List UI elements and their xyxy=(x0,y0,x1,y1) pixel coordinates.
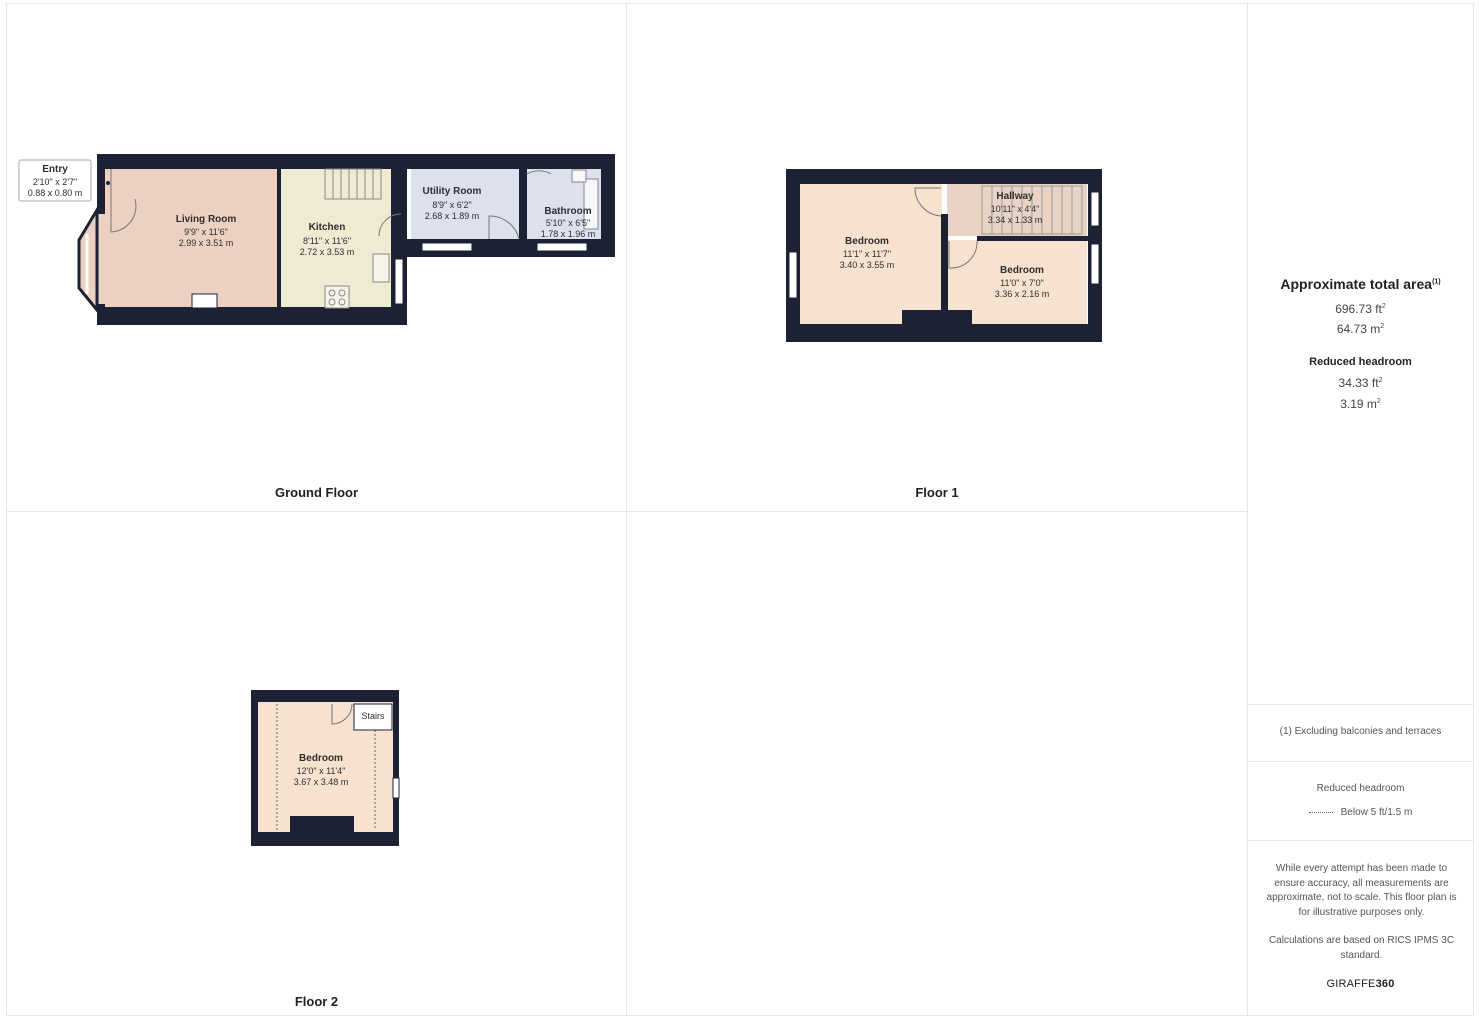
wall-top xyxy=(97,154,615,169)
entry-name: Entry xyxy=(42,164,68,175)
kitchen-imperial: 8'11" x 11'6" xyxy=(303,236,351,246)
bedroom1-name: Bedroom xyxy=(845,236,889,247)
kitchen-sink xyxy=(372,253,390,283)
reduced-sq-ft-power: 2 xyxy=(1378,377,1383,384)
utility-window xyxy=(421,242,473,252)
bedroom1-metric: 3.40 x 3.55 m xyxy=(840,260,895,270)
disclaimer-text: While every attempt has been made to ens… xyxy=(1266,863,1457,918)
total-area-title: Approximate total area(1) xyxy=(1248,276,1473,292)
total-area-m: 64.73 m2 xyxy=(1248,322,1473,336)
bathroom-window xyxy=(536,242,588,252)
living-room-metric: 2.99 x 3.51 m xyxy=(179,238,234,248)
dotted-line-icon xyxy=(1308,811,1333,813)
f2-wall-bottom xyxy=(251,832,399,846)
disclaimer: While every attempt has been made to ens… xyxy=(1266,862,1457,963)
bedroom1-imperial: 11'1" x 11'7" xyxy=(843,249,891,259)
footnote-mark: (1) xyxy=(1432,278,1441,286)
utility-room-name: Utility Room xyxy=(423,186,482,197)
kitchen-metric: 2.72 x 3.53 m xyxy=(300,247,355,257)
floor2-plan: Stairs Bedroom 12'0" x 11'4" 3.67 x 3.48… xyxy=(251,690,400,846)
f1-wall-bottom xyxy=(786,324,1102,342)
legend-text: Below 5 ft/1.5 m xyxy=(1340,807,1413,818)
floor1-plan: Bedroom 11'1" x 11'7" 3.40 x 3.55 m Hall… xyxy=(786,169,1102,342)
floor1-label: Floor 1 xyxy=(915,485,959,500)
wall-living-kitchen xyxy=(277,169,281,309)
hallway-name: Hallway xyxy=(996,191,1034,202)
entry-metric: 0.88 x 0.80 m xyxy=(28,188,83,198)
total-area-ft: 696.73 ft2 xyxy=(1248,302,1473,316)
ground-floor-label: Ground Floor xyxy=(274,485,359,500)
floor2-bedroom-name: Bedroom xyxy=(299,753,343,764)
reduced-headroom-m-value: 3.19 m xyxy=(1340,397,1377,411)
stairs-label: Stairs xyxy=(361,711,385,721)
brand-logo: GIRAFFE360 xyxy=(1248,978,1473,990)
legend-row: Below 5 ft/1.5 m xyxy=(1248,807,1473,818)
wall-right xyxy=(601,154,615,257)
fireplace xyxy=(191,293,218,309)
area-summary-panel: Approximate total area(1) 696.73 ft2 64.… xyxy=(1247,3,1474,1016)
brand-name: GIRAFFE xyxy=(1326,978,1376,990)
bathroom-imperial: 5'10" x 6'5" xyxy=(546,218,590,228)
bedroom1-window xyxy=(788,251,798,299)
living-room-imperial: 9'9" x 11'6" xyxy=(184,227,228,237)
sq-ft-power: 2 xyxy=(1381,303,1386,310)
hob xyxy=(324,285,350,309)
hallway-metric: 3.34 x 1.33 m xyxy=(988,215,1043,225)
wall-bottom xyxy=(97,307,407,325)
reduced-headroom-m: 3.19 m2 xyxy=(1248,397,1473,411)
brand-number: 360 xyxy=(1375,978,1395,990)
wall-utility-bath xyxy=(519,167,527,239)
f1-chimney xyxy=(902,310,972,324)
bedroom2-window xyxy=(1090,243,1100,285)
floor2-bedroom-metric: 3.67 x 3.48 m xyxy=(294,777,349,787)
floor2-panel: Stairs Bedroom 12'0" x 11'4" 3.67 x 3.48… xyxy=(6,511,627,1016)
reduced-headroom-ft-value: 34.33 ft xyxy=(1338,376,1379,390)
f2-window xyxy=(392,777,400,799)
entry-imperial: 2'10" x 2'7" xyxy=(33,177,77,187)
kitchen-name: Kitchen xyxy=(309,222,346,233)
bedroom2-metric: 3.36 x 2.16 m xyxy=(995,289,1050,299)
floor2-bedroom-imperial: 12'0" x 11'4" xyxy=(297,766,346,776)
divider xyxy=(1248,704,1473,705)
living-room-name: Living Room xyxy=(176,214,237,225)
utility-room-metric: 2.68 x 1.89 m xyxy=(425,211,480,221)
entry-pointer xyxy=(106,181,110,185)
f1-wall-top xyxy=(786,169,1102,184)
hallway-window xyxy=(1090,191,1100,227)
divider xyxy=(1248,761,1473,762)
utility-room-imperial: 8'9" x 6'2" xyxy=(432,200,471,210)
total-area-title-text: Approximate total area xyxy=(1280,276,1433,292)
hallway-imperial: 10'11" x 4'4" xyxy=(991,204,1040,214)
f2-wall-top xyxy=(251,690,399,702)
reduced-headroom-title: Reduced headroom xyxy=(1309,356,1412,368)
reduced-sq-m-power: 2 xyxy=(1376,398,1381,405)
f1-wall-hall xyxy=(977,236,1088,241)
footnote-text: (1) Excluding balconies and terraces xyxy=(1279,726,1442,737)
f2-wall-right xyxy=(393,690,399,846)
ground-floor-panel: Entry 2'10" x 2'7" 0.88 x 0.80 m Living … xyxy=(6,3,627,512)
kitchen-window xyxy=(394,258,404,305)
total-area-ft-value: 696.73 ft xyxy=(1335,302,1382,316)
bathroom-name: Bathroom xyxy=(544,206,591,217)
sq-m-power: 2 xyxy=(1380,323,1385,330)
calculation-note: Calculations are based on RICS IPMS 3C s… xyxy=(1268,935,1455,961)
total-area-m-value: 64.73 m xyxy=(1336,322,1381,336)
legend-title: Reduced headroom xyxy=(1316,783,1405,794)
bedroom2-imperial: 11'0" x 7'0" xyxy=(1000,278,1044,288)
divider xyxy=(1248,840,1473,841)
bedroom2-name: Bedroom xyxy=(1000,265,1044,276)
floor1-panel: Bedroom 11'1" x 11'7" 3.40 x 3.55 m Hall… xyxy=(626,3,1248,512)
f2-wall-left xyxy=(251,690,258,846)
reduced-headroom-ft: 34.33 ft2 xyxy=(1248,376,1473,390)
wall-left-upper xyxy=(97,154,105,214)
empty-panel xyxy=(626,511,1248,1016)
ground-floor-plan: Entry 2'10" x 2'7" 0.88 x 0.80 m Living … xyxy=(18,154,615,325)
bathroom-metric: 1.78 x 1.96 m xyxy=(541,229,596,239)
f2-chimney xyxy=(290,816,354,832)
wall-kitchen-utility xyxy=(391,169,407,239)
f1-wall-middle xyxy=(941,214,948,324)
floor2-label: Floor 2 xyxy=(294,994,339,1009)
toilet xyxy=(571,169,587,183)
